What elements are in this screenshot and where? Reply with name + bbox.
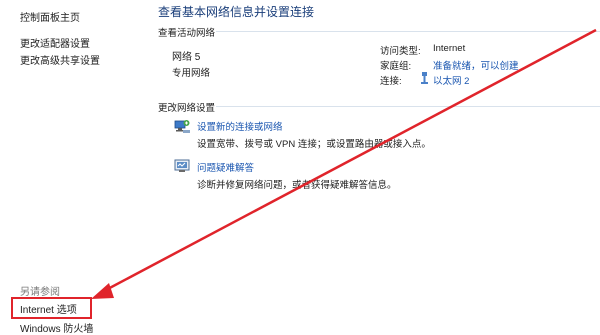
annotation-arrow (91, 28, 597, 299)
